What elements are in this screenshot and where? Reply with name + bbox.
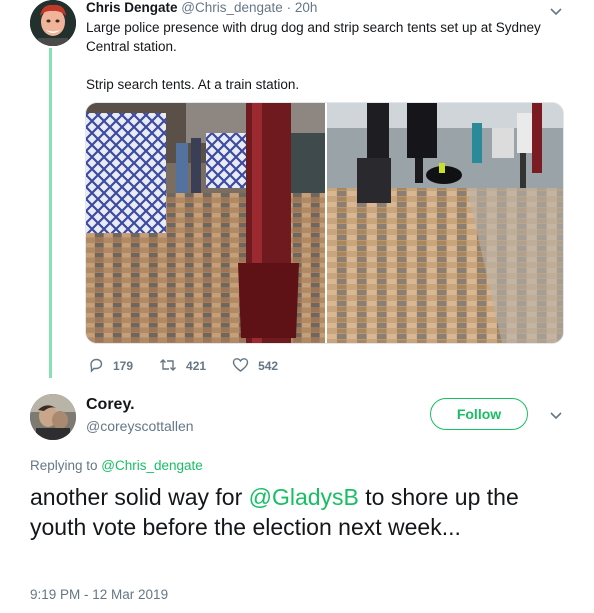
follow-button[interactable]: Follow [430,398,528,430]
thread-connector-line [49,48,52,378]
mention-link[interactable]: @GladysB [249,484,359,510]
chevron-down-icon[interactable] [549,408,563,422]
avatar[interactable] [30,394,76,440]
media-photo-right[interactable] [327,103,563,343]
reply-count: 179 [113,359,134,373]
retweet-action[interactable]: 421 [159,357,206,376]
like-action[interactable]: 542 [232,357,278,376]
retweet-icon [159,357,186,376]
author-handle[interactable]: @coreyscottallen [86,418,194,434]
author-handle[interactable]: @Chris_dengate [181,0,283,15]
retweet-count: 421 [186,359,207,373]
replying-to: Replying to @Chris_dengate [30,458,203,473]
tweet-text: another solid way for @GladysB to shore … [30,482,570,542]
reply-icon [88,357,113,376]
chevron-down-icon[interactable] [549,4,563,18]
like-count: 542 [258,359,279,373]
tweet-text-part: another solid way for [30,484,249,510]
author-name[interactable]: Corey. [86,396,135,414]
avatar[interactable] [30,0,76,46]
replying-handle-link[interactable]: @Chris_dengate [101,458,203,473]
tweet-actions: 179 421 542 [88,356,304,376]
tweet-text: Large police presence with drug dog and … [86,20,541,92]
media-photo-left[interactable] [86,103,325,343]
tweet-timestamp[interactable]: 9:19 PM - 12 Mar 2019 [30,587,168,602]
reply-action[interactable]: 179 [88,357,133,376]
tweet-media[interactable] [85,102,564,344]
meta-separator: · [282,0,295,15]
heart-icon [232,357,258,376]
tweet-header: Chris Dengate @Chris_dengate · 20h [86,0,317,16]
author-name[interactable]: Chris Dengate [86,0,178,15]
replying-prefix: Replying to [30,458,102,473]
tweet-time[interactable]: 20h [295,0,318,15]
